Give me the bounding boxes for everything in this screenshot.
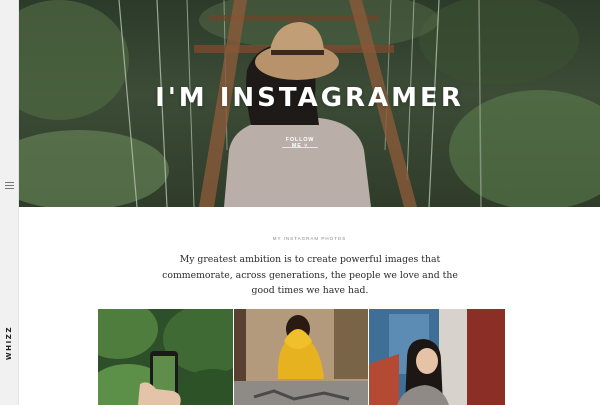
woman-in-yellow-scarf-image [234,309,368,405]
hamburger-menu-icon[interactable] [5,181,14,189]
intro-paragraph: My greatest ambition is to create powerf… [162,254,458,296]
section-eyebrow: MY INSTAGRAM PHOTOS [272,236,347,241]
instagram-photo-1[interactable] [98,309,233,405]
hero-banner: I'M INSTAGRAMER FOLLOW ME ˅ [19,0,600,207]
chevron-down-icon: ˅ [304,143,309,149]
instagram-photo-2[interactable] [234,309,368,405]
hero-title: I'M INSTAGRAMER [155,83,464,113]
left-sidebar: WHIZZ [0,0,19,405]
instagram-photo-3[interactable] [369,309,505,405]
brand-logo[interactable]: WHIZZ [5,325,13,361]
phone-in-jungle-image [98,309,233,405]
woman-leaning-on-wall-image [369,309,505,405]
follow-me-underline [282,147,318,148]
